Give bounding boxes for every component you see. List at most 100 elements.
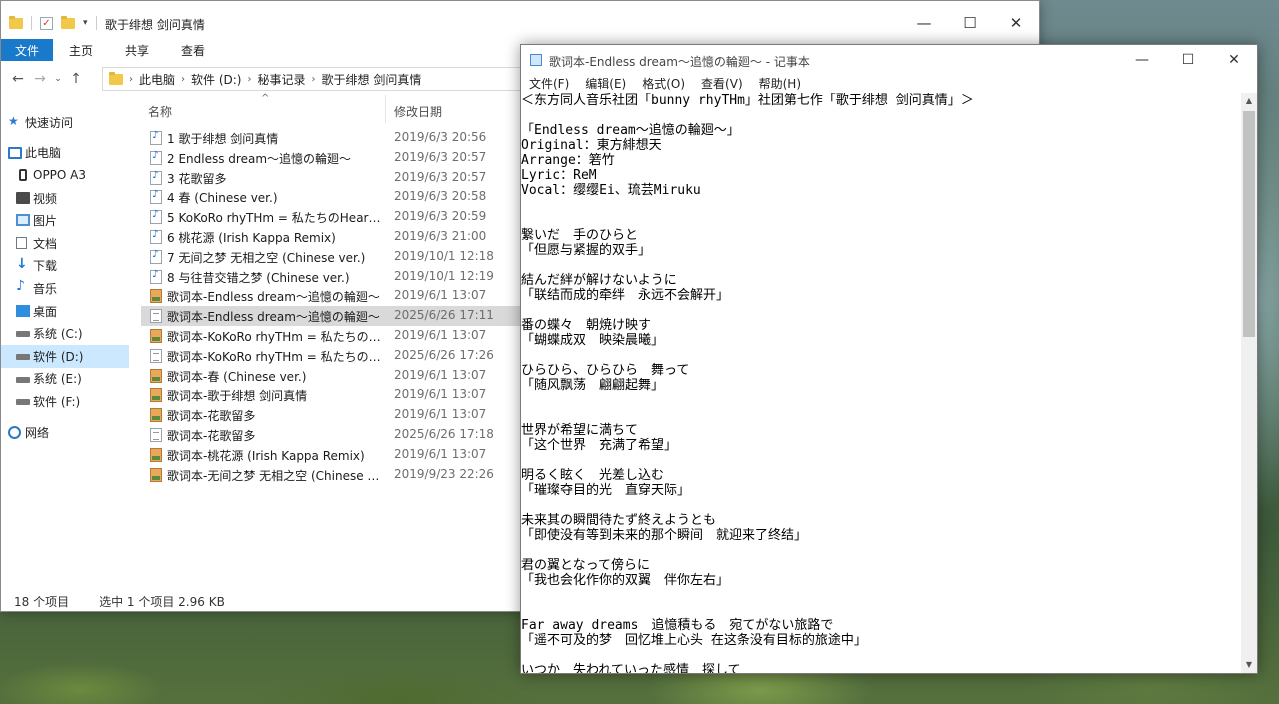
nav-item[interactable]: 软件 (F:) — [1, 390, 129, 413]
file-row[interactable]: 歌词本-KoKoRo rhyTHm = 私たちのH... 2025/6/26 17… — [141, 346, 522, 366]
nav-item[interactable]: 此电脑 — [1, 142, 129, 165]
file-date: 2025/6/26 17:26 — [394, 347, 494, 362]
notepad-window[interactable]: 歌词本-Endless dream～追憶の輪廻～ - 记事本 — ☐ ✕ 文件(… — [520, 44, 1258, 674]
notepad-text-area[interactable]: ＜东方同人音乐社团「bunny rhyTHm」社团第七作「歌于绯想 剑问真情」＞… — [521, 93, 1243, 673]
recent-locations-icon[interactable]: ⌄ — [51, 74, 65, 84]
nav-item[interactable]: 系统 (E:) — [1, 368, 129, 391]
breadcrumb-separator-icon[interactable]: › — [181, 74, 185, 85]
image-file-icon — [150, 447, 162, 462]
new-folder-icon[interactable] — [61, 15, 75, 29]
tab-share[interactable]: 共享 — [109, 39, 165, 61]
nav-item-label: 音乐 — [33, 281, 58, 296]
file-row[interactable]: 7 无间之梦 无相之空 (Chinese ver.) 2019/10/1 12:1… — [141, 247, 522, 267]
file-row[interactable]: 6 桃花源 (Irish Kappa Remix) 2019/6/3 21:00 — [141, 227, 522, 247]
text-line — [521, 198, 1243, 213]
file-row[interactable]: 歌词本-歌于绯想 剑问真情 2019/6/1 13:07 — [141, 385, 522, 405]
notepad-title: 歌词本-Endless dream～追憶の輪廻～ - 记事本 — [549, 55, 810, 69]
notepad-titlebar[interactable]: 歌词本-Endless dream～追憶の輪廻～ - 记事本 — ☐ ✕ — [521, 45, 1257, 75]
text-line: 「蝴蝶成双 映染晨曦」 — [521, 333, 665, 348]
nav-item-label: 下载 — [33, 259, 58, 274]
file-row[interactable]: 歌词本-花歌留多 2025/6/26 17:18 — [141, 425, 522, 445]
tab-file[interactable]: 文件 — [1, 39, 54, 61]
menu-format[interactable]: 格式(O) — [634, 75, 693, 93]
customize-toolbar-icon[interactable]: ▾ — [83, 18, 88, 28]
nav-item[interactable]: 系统 (C:) — [1, 322, 129, 345]
nav-item[interactable]: 视频 — [1, 187, 129, 210]
file-row[interactable]: 8 与往昔交错之梦 (Chinese ver.) 2019/10/1 12:19 — [141, 267, 522, 287]
nav-item[interactable]: ★ 快速访问 — [1, 111, 129, 134]
desktop-icon — [16, 304, 30, 317]
file-row[interactable]: 3 花歌留多 2019/6/3 20:57 — [141, 168, 522, 188]
file-name: 歌词本-花歌留多 — [167, 428, 256, 443]
forward-arrow-icon[interactable]: → — [29, 71, 51, 87]
menu-file[interactable]: 文件(F) — [521, 75, 577, 93]
maximize-button[interactable]: ☐ — [1165, 45, 1211, 75]
minimize-button[interactable]: — — [1119, 45, 1165, 75]
text-line: 「这个世界 充满了希望」 — [521, 438, 678, 453]
scroll-down-icon[interactable]: ▼ — [1241, 657, 1257, 673]
file-row[interactable]: 歌词本-花歌留多 2019/6/1 13:07 — [141, 405, 522, 425]
file-name: 7 无间之梦 无相之空 (Chinese ver.) — [167, 250, 366, 265]
tab-view[interactable]: 查看 — [165, 39, 221, 61]
nav-item[interactable]: 桌面 — [1, 300, 129, 323]
menu-view[interactable]: 查看(V) — [693, 75, 751, 93]
text-line: 明るく眩く 光差し込む — [521, 468, 665, 483]
audio-file-icon — [150, 170, 162, 185]
column-header-date[interactable]: 修改日期 — [394, 103, 442, 120]
nav-item[interactable]: ♪ 音乐 — [1, 277, 129, 300]
nav-item[interactable]: 文档 — [1, 232, 129, 255]
file-row[interactable]: 歌词本-桃花源 (Irish Kappa Remix) 2019/6/1 13:0… — [141, 445, 522, 465]
scrollbar-thumb[interactable] — [1243, 111, 1255, 337]
breadcrumb-separator-icon[interactable]: › — [247, 74, 251, 85]
breadcrumb-separator-icon[interactable]: › — [312, 74, 316, 85]
file-name: 1 歌于绯想 剑问真情 — [167, 132, 279, 146]
file-row[interactable]: 歌词本-无间之梦 无相之空 (Chinese ver... 2019/9/23 2… — [141, 465, 522, 485]
breadcrumb-drive-d[interactable]: 软件 (D:) — [191, 71, 241, 88]
text-line: 「即使没有等到未来的那个瞬间 就迎来了终结」 — [521, 528, 808, 543]
file-list: 1 歌于绯想 剑问真情 2019/6/3 20:56 2 Endless dream… — [141, 128, 522, 484]
computer-icon — [8, 146, 22, 159]
nav-item-label: 图片 — [33, 214, 58, 229]
scroll-up-icon[interactable]: ▲ — [1241, 93, 1257, 109]
nav-item[interactable]: ↓ 下载 — [1, 255, 129, 278]
column-divider[interactable] — [385, 95, 386, 123]
file-row[interactable]: 歌词本-KoKoRo rhyTHm = 私たちのH... 2019/6/1 13:… — [141, 326, 522, 346]
properties-icon[interactable]: ✓ — [40, 16, 53, 30]
nav-item[interactable]: 图片 — [1, 209, 129, 232]
file-list-header: ^ 名称 修改日期 — [141, 93, 521, 123]
file-date: 2025/6/26 17:18 — [394, 426, 494, 441]
breadcrumb-this-pc[interactable]: 此电脑 — [139, 71, 175, 88]
file-row[interactable]: 5 KoKoRo rhyTHm = 私たちのHeart B... 2019/6/3… — [141, 207, 522, 227]
nav-item-label: 网络 — [25, 425, 50, 440]
up-arrow-icon[interactable]: ↑ — [65, 71, 87, 87]
text-line: 「璀璨夺目的光 直穿天际」 — [521, 483, 691, 498]
text-line — [521, 393, 1243, 408]
column-header-name[interactable]: 名称 — [148, 103, 172, 120]
file-date: 2019/6/3 20:56 — [394, 130, 487, 144]
address-bar[interactable]: › 此电脑 › 软件 (D:) › 秘事记录 › 歌于绯想 剑问真情 — [102, 67, 532, 91]
breadcrumb-separator-icon[interactable]: › — [129, 74, 133, 85]
nav-item[interactable]: 软件 (D:) — [1, 344, 129, 368]
close-button[interactable]: ✕ — [1211, 45, 1257, 75]
file-row[interactable]: 2 Endless dream～追憶の輪廻～ 2019/6/3 20:57 — [141, 148, 522, 168]
drive-icon — [16, 376, 30, 383]
menu-edit[interactable]: 编辑(E) — [577, 75, 634, 93]
file-row[interactable]: 歌词本-春 (Chinese ver.) 2019/6/1 13:07 — [141, 366, 522, 386]
nav-item[interactable]: 网络 — [1, 421, 129, 444]
nav-item[interactable]: OPPO A3 — [1, 164, 129, 187]
menu-help[interactable]: 帮助(H) — [751, 75, 809, 93]
vertical-scrollbar[interactable]: ▲ ▼ — [1241, 93, 1257, 673]
breadcrumb-folder[interactable]: 秘事记录 — [257, 71, 305, 88]
breadcrumb-current[interactable]: 歌于绯想 剑问真情 — [322, 71, 422, 88]
audio-file-icon — [150, 209, 162, 225]
file-row[interactable]: 歌词本-Endless dream～追憶の輪廻～ 2025/6/26 17:11 — [141, 306, 522, 326]
file-row[interactable]: 1 歌于绯想 剑问真情 2019/6/3 20:56 — [141, 128, 522, 148]
audio-file-icon — [150, 229, 162, 244]
file-row[interactable]: 4 春 (Chinese ver.) 2019/6/3 20:58 — [141, 187, 522, 207]
file-row[interactable]: 歌词本-Endless dream～追憶の輪廻～ 2019/6/1 13:07 — [141, 286, 522, 306]
text-file-icon — [150, 348, 162, 363]
back-arrow-icon[interactable]: ← — [7, 71, 29, 87]
tab-home[interactable]: 主页 — [53, 39, 109, 61]
text-line — [521, 258, 1243, 273]
